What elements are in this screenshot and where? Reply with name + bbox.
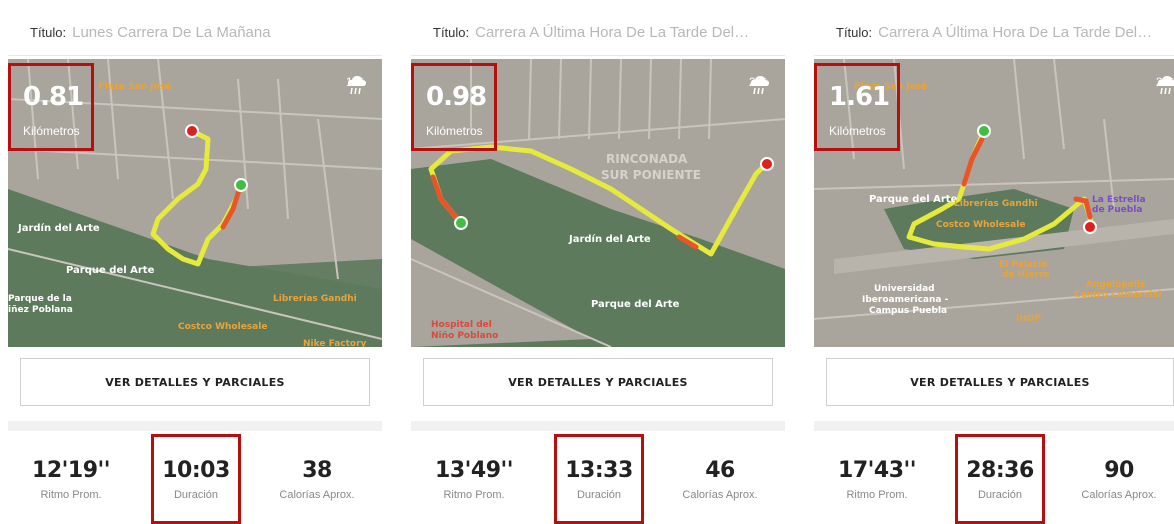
map-label: Angelópolis xyxy=(1086,279,1145,290)
duration-stat: 28:36 Duración xyxy=(945,458,1055,501)
pace-stat: 17'43'' Ritmo Prom. xyxy=(822,458,932,501)
map-label: Parque del Arte xyxy=(591,299,680,310)
map-label: Niño Poblano xyxy=(431,331,498,341)
map-label: Hospital del xyxy=(431,320,492,330)
rain-icon xyxy=(750,76,769,95)
weather: 12° xyxy=(346,75,366,95)
duration-label: Duración xyxy=(173,489,219,501)
pace-label: Ritmo Prom. xyxy=(846,489,908,501)
map-label: Jardín del Arte xyxy=(17,222,100,234)
calories-value: 46 xyxy=(705,458,735,483)
map-label: Centro Comercial xyxy=(1074,290,1161,300)
map-label: IHOP xyxy=(1016,314,1042,324)
map-label: Universidad xyxy=(874,284,935,294)
distance-highlight: 0.81 Kilómetros xyxy=(8,63,94,151)
map-label: RINCONADA xyxy=(606,152,688,166)
calories-value: 38 xyxy=(302,458,332,483)
title-input[interactable]: Carrera A Última Hora De La Tarde Del… xyxy=(475,24,749,41)
title-row[interactable]: Título: Lunes Carrera De La Mañana xyxy=(8,10,382,56)
run-card-2: Título: Carrera A Última Hora De La Tard… xyxy=(411,0,785,524)
map-label: iñez Poblana xyxy=(8,305,73,315)
pace-value: 12'19'' xyxy=(32,458,110,483)
map-label: Parque del Arte xyxy=(66,265,155,276)
route-map[interactable]: Plaza San José Parque del Arte Librerías… xyxy=(814,59,1174,347)
run-card-1: Título: Lunes Carrera De La Mañana Jardí… xyxy=(8,0,382,524)
title-row[interactable]: Título: Carrera A Última Hora De La Tard… xyxy=(814,10,1174,56)
rain-icon xyxy=(1157,76,1174,95)
pace-value: 13'49'' xyxy=(435,458,513,483)
map-label: Campus Puebla xyxy=(869,306,947,316)
title-label: Título: xyxy=(836,25,873,40)
duration-value: 28:36 xyxy=(966,458,1034,483)
duration-stat: 10:03 Duración xyxy=(141,458,251,501)
duration-label: Duración xyxy=(977,489,1023,501)
run-card-3: Título: Carrera A Última Hora De La Tard… xyxy=(814,0,1174,524)
map-label: Jardín del Arte xyxy=(568,233,651,245)
pace-stat: 13'49'' Ritmo Prom. xyxy=(419,458,529,501)
distance-value: 0.98 xyxy=(426,82,487,112)
details-splits-button[interactable]: VER DETALLES Y PARCIALES xyxy=(423,358,773,406)
map-label: Parque de la xyxy=(8,294,72,304)
weather: 21° xyxy=(1156,75,1174,95)
map-label: Librerías Gandhi xyxy=(954,199,1038,209)
route-map[interactable]: RINCONADA SUR PONIENTE Jardín del Arte P… xyxy=(411,59,785,347)
map-label: SUR PONIENTE xyxy=(601,168,701,182)
map-label: Costco Wholesale xyxy=(936,220,1025,230)
distance-value: 0.81 xyxy=(23,82,84,112)
map-label: Plaza San José xyxy=(98,81,171,92)
duration-label: Duración xyxy=(576,489,622,501)
divider xyxy=(8,421,382,431)
pace-stat: 12'19'' Ritmo Prom. xyxy=(16,458,126,501)
pace-label: Ritmo Prom. xyxy=(40,489,102,501)
distance-unit: Kilómetros xyxy=(829,124,886,138)
map-label: Iberoamericana - xyxy=(862,295,949,305)
divider xyxy=(411,421,785,431)
calories-label: Calorías Aprox. xyxy=(1081,489,1157,501)
pace-value: 17'43'' xyxy=(838,458,916,483)
distance-unit: Kilómetros xyxy=(426,124,483,138)
title-input[interactable]: Lunes Carrera De La Mañana xyxy=(72,24,270,41)
map-label: Costco Wholesale xyxy=(178,322,267,332)
divider xyxy=(814,421,1174,431)
calories-label: Calorías Aprox. xyxy=(279,489,355,501)
pace-label: Ritmo Prom. xyxy=(443,489,505,501)
route-map[interactable]: Jardín del Arte Parque del Arte Parque d… xyxy=(8,59,382,347)
distance-highlight: 1.61 Kilómetros xyxy=(814,63,900,151)
distance-unit: Kilómetros xyxy=(23,124,80,138)
weather: 21° xyxy=(749,75,769,95)
calories-stat: 38 Calorías Aprox. xyxy=(262,458,372,501)
distance-value: 1.61 xyxy=(829,82,890,112)
duration-stat: 13:33 Duración xyxy=(544,458,654,501)
details-splits-button[interactable]: VER DETALLES Y PARCIALES xyxy=(20,358,370,406)
calories-label: Calorías Aprox. xyxy=(682,489,758,501)
map-label: La Estrella xyxy=(1092,195,1146,205)
duration-value: 13:33 xyxy=(565,458,633,483)
details-splits-button[interactable]: VER DETALLES Y PARCIALES xyxy=(826,358,1174,406)
map-label: de Hierro xyxy=(1002,270,1049,280)
title-label: Título: xyxy=(30,25,67,40)
duration-value: 10:03 xyxy=(162,458,230,483)
map-label: Parque del Arte xyxy=(869,194,958,205)
map-label: de Puebla xyxy=(1092,205,1142,215)
title-input[interactable]: Carrera A Última Hora De La Tarde Del… xyxy=(878,24,1152,41)
calories-value: 90 xyxy=(1104,458,1134,483)
rain-icon xyxy=(347,76,366,95)
map-label: Librerías Gandhi xyxy=(273,294,357,304)
map-label: El Palacio xyxy=(999,260,1048,270)
title-label: Título: xyxy=(433,25,470,40)
title-row[interactable]: Título: Carrera A Última Hora De La Tard… xyxy=(411,10,785,56)
calories-stat: 90 Calorías Aprox. xyxy=(1064,458,1174,501)
map-label: Nike Factory xyxy=(303,339,367,347)
calories-stat: 46 Calorías Aprox. xyxy=(665,458,775,501)
distance-highlight: 0.98 Kilómetros xyxy=(411,63,497,151)
